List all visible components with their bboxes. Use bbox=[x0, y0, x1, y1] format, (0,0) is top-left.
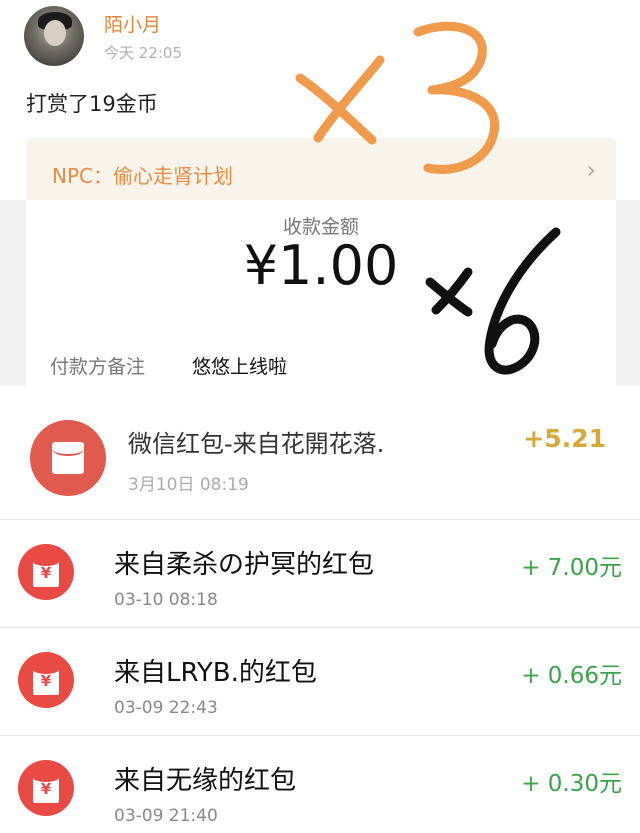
receipt-amount: ¥1.00 bbox=[243, 234, 399, 297]
transaction-amount: + 0.30元 bbox=[521, 771, 622, 797]
reward-post: 陌小月 今天 22:05 打赏了19金币 NPC：偷心走肾计划 › bbox=[0, 0, 640, 202]
red-envelope-icon: ¥ bbox=[18, 760, 74, 816]
envelope-flap bbox=[52, 442, 84, 456]
transaction-amount: +5.21 bbox=[523, 424, 606, 453]
transaction-title: 微信红包-来自花開花落. bbox=[128, 430, 385, 458]
transaction-title: 来自LRYB.的红包 bbox=[114, 658, 317, 688]
list-item[interactable]: 微信红包-来自花開花落. 3月10日 08:19 +5.21 bbox=[0, 386, 640, 520]
transaction-amount: + 7.00元 bbox=[521, 555, 622, 581]
reward-text: 打赏了19金币 bbox=[26, 92, 158, 116]
yen-icon: ¥ bbox=[40, 672, 52, 690]
transaction-time: 03-09 21:40 bbox=[114, 806, 218, 826]
transaction-time: 03-09 22:43 bbox=[114, 698, 218, 718]
avatar[interactable] bbox=[24, 6, 84, 66]
transaction-title: 来自无缘的红包 bbox=[114, 766, 297, 796]
post-time: 今天 22:05 bbox=[104, 44, 182, 62]
red-envelope-icon bbox=[30, 420, 106, 496]
transaction-time: 3月10日 08:19 bbox=[128, 475, 249, 495]
chevron-right-icon: › bbox=[586, 156, 596, 184]
payment-receipt: 收款金额 ¥1.00 付款方备注 悠悠上线啦 bbox=[0, 200, 640, 386]
npc-label: NPC：偷心走肾计划 bbox=[52, 164, 233, 188]
transaction-title: 来自柔杀の护冥的红包 bbox=[114, 550, 375, 580]
yen-icon: ¥ bbox=[40, 780, 52, 798]
red-envelope-icon: ¥ bbox=[18, 652, 74, 708]
remark-label: 付款方备注 bbox=[50, 356, 146, 378]
yen-icon: ¥ bbox=[40, 564, 52, 582]
receipt-card: 收款金额 ¥1.00 付款方备注 悠悠上线啦 bbox=[26, 200, 616, 386]
list-item[interactable]: ¥ 来自柔杀の护冥的红包 03-10 08:18 + 7.00元 bbox=[0, 520, 640, 628]
npc-link[interactable]: NPC：偷心走肾计划 › bbox=[26, 138, 616, 202]
transaction-time: 03-10 08:18 bbox=[114, 590, 218, 610]
username[interactable]: 陌小月 bbox=[104, 10, 161, 37]
remark-value: 悠悠上线啦 bbox=[192, 356, 288, 378]
transaction-list: 微信红包-来自花開花落. 3月10日 08:19 +5.21 ¥ 来自柔杀の护冥… bbox=[0, 386, 640, 833]
list-item[interactable]: ¥ 来自无缘的红包 03-09 21:40 + 0.30元 bbox=[0, 736, 640, 833]
list-item[interactable]: ¥ 来自LRYB.的红包 03-09 22:43 + 0.66元 bbox=[0, 628, 640, 736]
red-envelope-icon: ¥ bbox=[18, 544, 74, 600]
transaction-amount: + 0.66元 bbox=[521, 663, 622, 689]
avatar-face bbox=[44, 20, 66, 46]
